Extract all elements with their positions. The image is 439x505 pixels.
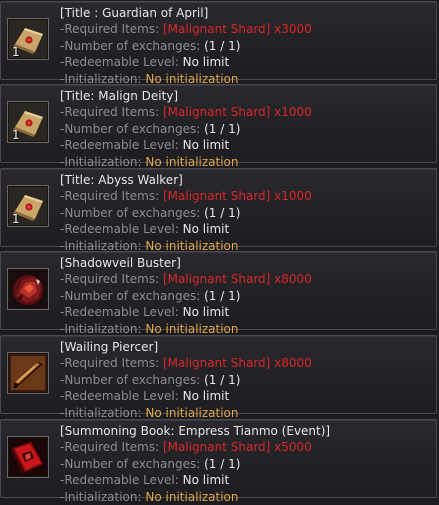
- exchange-item-row[interactable]: [Wailing Piercer] -Required Items: [Mali…: [0, 335, 437, 420]
- item-quantity: 1: [12, 45, 20, 59]
- buster-gauntlet-icon: [9, 270, 47, 308]
- required-items-label: -Required Items:: [60, 189, 160, 204]
- item-slot[interactable]: 1: [7, 185, 49, 227]
- required-items-label: -Required Items:: [60, 272, 160, 287]
- item-name: [Wailing Piercer]: [60, 340, 159, 354]
- initialization-value: No initialization: [145, 321, 239, 336]
- exchanges-value: (1 / 1): [204, 288, 241, 303]
- exchanges-label: -Number of exchanges:: [60, 456, 201, 471]
- exchanges-value: (1 / 1): [204, 38, 241, 53]
- exchanges-value: (1 / 1): [204, 372, 241, 387]
- exchanges-label: -Number of exchanges:: [60, 372, 201, 387]
- required-items-label: -Required Items:: [60, 440, 160, 455]
- exchange-item-row[interactable]: 1 [Title : Guardian of April] -Required …: [0, 1, 437, 86]
- item-name: [Title: Malign Deity]: [60, 89, 179, 103]
- initialization-value: No initialization: [145, 405, 239, 420]
- redeemable-level-value: No limit: [182, 222, 230, 237]
- initialization-value: No initialization: [145, 489, 239, 504]
- item-slot[interactable]: 1: [7, 18, 49, 60]
- required-items-value: [Malignant Shard] x8000: [163, 272, 312, 287]
- redeemable-level-label: -Redeemable Level:: [60, 305, 179, 320]
- exchanges-label: -Number of exchanges:: [60, 288, 201, 303]
- exchange-item-row[interactable]: [Shadowveil Buster] -Required Items: [Ma…: [0, 251, 437, 336]
- item-slot[interactable]: [7, 268, 49, 310]
- redeemable-level-label: -Redeemable Level:: [60, 55, 179, 70]
- initialization-label: -Initialization:: [60, 489, 142, 504]
- item-quantity: 1: [12, 212, 20, 226]
- redeemable-level-value: No limit: [182, 473, 230, 488]
- redeemable-level-label: -Redeemable Level:: [60, 222, 179, 237]
- exchanges-value: (1 / 1): [204, 121, 241, 136]
- item-name: [Summoning Book: Empress Tianmo (Event)]: [60, 424, 331, 438]
- item-quantity: 1: [12, 128, 20, 142]
- required-items-value: [Malignant Shard] x8000: [163, 356, 312, 371]
- exchange-item-list: 1 [Title : Guardian of April] -Required …: [0, 0, 439, 504]
- initialization-label: -Initialization:: [60, 321, 142, 336]
- redeemable-level-value: No limit: [182, 389, 230, 404]
- redeemable-level-label: -Redeemable Level:: [60, 473, 179, 488]
- item-slot[interactable]: 1: [7, 101, 49, 143]
- required-items-value: [Malignant Shard] x3000: [163, 22, 312, 37]
- exchanges-value: (1 / 1): [204, 205, 241, 220]
- item-name: [Title : Guardian of April]: [60, 6, 209, 20]
- exchanges-value: (1 / 1): [204, 456, 241, 471]
- exchange-item-row[interactable]: [Summoning Book: Empress Tianmo (Event)]…: [0, 419, 437, 504]
- summoning-book-icon: [9, 438, 47, 476]
- initialization-label: -Initialization:: [60, 405, 142, 420]
- exchanges-label: -Number of exchanges:: [60, 121, 201, 136]
- required-items-label: -Required Items:: [60, 105, 160, 120]
- required-items-value: [Malignant Shard] x5000: [163, 440, 312, 455]
- piercer-blade-icon: [9, 354, 47, 392]
- exchanges-label: -Number of exchanges:: [60, 38, 201, 53]
- redeemable-level-value: No limit: [182, 138, 230, 153]
- redeemable-level-value: No limit: [182, 305, 230, 320]
- item-slot[interactable]: [7, 436, 49, 478]
- redeemable-level-value: No limit: [182, 55, 230, 70]
- exchange-item-row[interactable]: 1 [Title: Malign Deity] -Required Items:…: [0, 84, 437, 169]
- required-items-label: -Required Items:: [60, 22, 160, 37]
- item-name: [Shadowveil Buster]: [60, 256, 181, 270]
- redeemable-level-label: -Redeemable Level:: [60, 138, 179, 153]
- required-items-value: [Malignant Shard] x1000: [163, 105, 312, 120]
- required-items-value: [Malignant Shard] x1000: [163, 189, 312, 204]
- item-slot[interactable]: [7, 352, 49, 394]
- required-items-label: -Required Items:: [60, 356, 160, 371]
- redeemable-level-label: -Redeemable Level:: [60, 389, 179, 404]
- item-name: [Title: Abyss Walker]: [60, 173, 183, 187]
- initialization-label: -Initialization:: [60, 154, 142, 169]
- exchange-item-row[interactable]: 1 [Title: Abyss Walker] -Required Items:…: [0, 168, 437, 253]
- initialization-value: No initialization: [145, 154, 239, 169]
- exchanges-label: -Number of exchanges:: [60, 205, 201, 220]
